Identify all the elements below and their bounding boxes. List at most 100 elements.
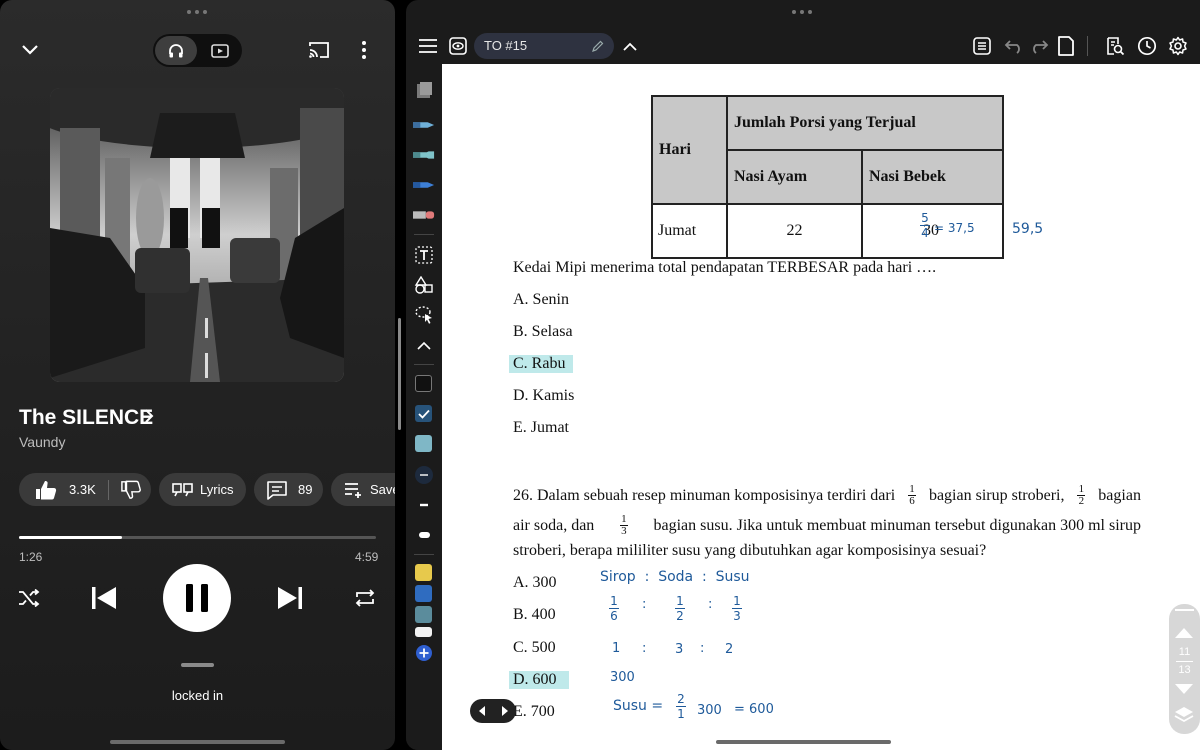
question-25-text: Kedai Mipi menerima total pendapatan TER…	[513, 259, 937, 276]
split-view-handle[interactable]	[398, 318, 401, 430]
document-page[interactable]: Hari Jumlah Porsi yang Terjual Nasi Ayam…	[442, 64, 1200, 750]
handwritten-colon: :	[700, 641, 705, 656]
handwritten-ratio-2: 2	[725, 642, 734, 657]
pause-button[interactable]	[163, 564, 231, 632]
playlist-name[interactable]: locked in	[0, 688, 395, 703]
layers-icon[interactable]	[1174, 705, 1194, 730]
stroke-thin-icon[interactable]	[413, 464, 435, 486]
q26-option-d-highlighted: D. 600	[509, 671, 569, 689]
window-grip[interactable]	[187, 10, 207, 16]
queue-drag-handle[interactable]	[181, 663, 214, 667]
text-box-icon[interactable]	[413, 244, 435, 266]
handwritten-susu-label: Susu =	[613, 698, 664, 714]
thumbs-up-icon[interactable]	[35, 480, 57, 500]
page-divider	[1176, 661, 1193, 662]
undo-icon[interactable]	[1002, 34, 1026, 58]
shuffle-icon[interactable]	[16, 586, 42, 610]
document-title[interactable]: TO #15	[484, 38, 527, 53]
cell-nasi-bebek: 30	[861, 203, 1004, 259]
collapse-tools-chevron-icon[interactable]	[413, 334, 435, 356]
highlighter-icon[interactable]	[413, 144, 435, 166]
shapes-icon[interactable]	[413, 274, 435, 296]
lasso-select-icon[interactable]	[413, 304, 435, 326]
color-swatch-black[interactable]	[415, 375, 432, 392]
redo-icon[interactable]	[1027, 34, 1051, 58]
current-time: 1:26	[19, 550, 43, 564]
home-indicator[interactable]	[110, 740, 285, 744]
eraser-icon[interactable]	[413, 204, 435, 226]
home-indicator[interactable]	[716, 740, 891, 744]
audio-video-toggle[interactable]	[153, 34, 242, 67]
like-count[interactable]: 3.3K	[69, 482, 96, 497]
progress-bar[interactable]	[19, 536, 376, 539]
like-dislike-group: 3.3K	[19, 473, 151, 506]
more-options-icon[interactable]	[352, 38, 376, 62]
save-button[interactable]: Save	[331, 473, 395, 506]
pencil-edit-icon[interactable]	[592, 39, 604, 57]
current-page-number: 11	[1178, 646, 1191, 658]
handwritten-result-600: = 600	[734, 702, 774, 717]
comment-icon	[266, 480, 288, 500]
color-swatch-yellow[interactable]	[415, 564, 432, 581]
handwritten-colon: :	[642, 597, 647, 612]
search-document-icon[interactable]	[1103, 34, 1127, 58]
repeat-icon[interactable]	[352, 586, 378, 610]
settings-gear-icon[interactable]	[1166, 34, 1190, 58]
thumbs-down-icon[interactable]	[120, 480, 141, 500]
q26-option-e: E. 700	[513, 703, 555, 720]
handwritten-ratio-1: 1	[612, 641, 621, 656]
page-scroller[interactable]: 11 13	[1169, 604, 1200, 734]
list-view-icon[interactable]	[970, 34, 994, 58]
next-page-icon[interactable]	[501, 705, 509, 717]
handwritten-fraction-1-6: 16	[609, 594, 619, 623]
color-swatch-teal[interactable]	[415, 435, 432, 452]
reading-mode-icon[interactable]	[446, 34, 470, 58]
total-page-number: 13	[1178, 664, 1191, 676]
pencil-tool-icon[interactable]	[413, 174, 435, 196]
toolbar-divider	[1087, 36, 1088, 56]
color-swatch-navy-selected[interactable]	[415, 405, 432, 422]
window-grip[interactable]	[792, 10, 812, 16]
divider	[107, 479, 109, 500]
page-template-icon[interactable]	[413, 80, 435, 102]
progress-fill	[19, 536, 122, 539]
collapse-chevron-icon[interactable]	[18, 38, 42, 62]
handwritten-fraction-2-1: 21	[676, 692, 686, 721]
color-swatch-slate[interactable]	[415, 606, 432, 623]
headphones-icon[interactable]	[155, 36, 197, 65]
lyrics-button[interactable]: Lyrics	[159, 473, 246, 506]
menu-icon[interactable]	[416, 34, 440, 58]
q25-option-b: B. Selasa	[513, 323, 573, 340]
prev-page-icon[interactable]	[478, 705, 486, 717]
fountain-pen-icon[interactable]	[413, 114, 435, 136]
scroll-down-icon[interactable]	[1174, 682, 1194, 700]
page-nav-pill[interactable]	[470, 699, 516, 723]
new-page-icon[interactable]	[1054, 34, 1078, 58]
handwritten-colon: :	[642, 641, 647, 656]
cast-icon[interactable]	[306, 38, 332, 62]
handwritten-fraction-1-3: 13	[732, 594, 742, 623]
scroll-up-icon[interactable]	[1174, 626, 1194, 644]
q26-text-part: bagian susu. Jika untuk membuat minuman …	[653, 516, 1141, 534]
clock-history-icon[interactable]	[1135, 34, 1159, 58]
next-track-icon[interactable]	[274, 583, 306, 613]
drawing-tools-bar	[406, 64, 442, 750]
previous-track-icon[interactable]	[88, 583, 120, 613]
notes-app-pane: TO #15 Hari Jumlah Porsi yang Terjual Na…	[406, 0, 1200, 750]
tool-divider	[414, 364, 434, 365]
comment-count: 89	[298, 482, 313, 497]
chevron-up-icon[interactable]	[618, 34, 642, 58]
comments-button[interactable]: 89	[254, 473, 323, 506]
artist-name[interactable]: Vaundy	[19, 434, 65, 450]
q26-option-b: B. 400	[513, 606, 556, 623]
add-color-icon[interactable]	[413, 642, 435, 664]
color-swatch-blue[interactable]	[415, 585, 432, 602]
song-title[interactable]: The SILENCE	[19, 406, 153, 430]
chevron-right-icon[interactable]	[144, 408, 154, 429]
handwritten-result: = 37,5	[934, 221, 975, 235]
stroke-thick-icon[interactable]	[413, 524, 435, 546]
handwritten-fraction-5-4: 54	[920, 211, 930, 240]
video-icon[interactable]	[199, 36, 241, 65]
color-swatch-white[interactable]	[415, 627, 432, 637]
stroke-medium-icon[interactable]	[413, 494, 435, 516]
